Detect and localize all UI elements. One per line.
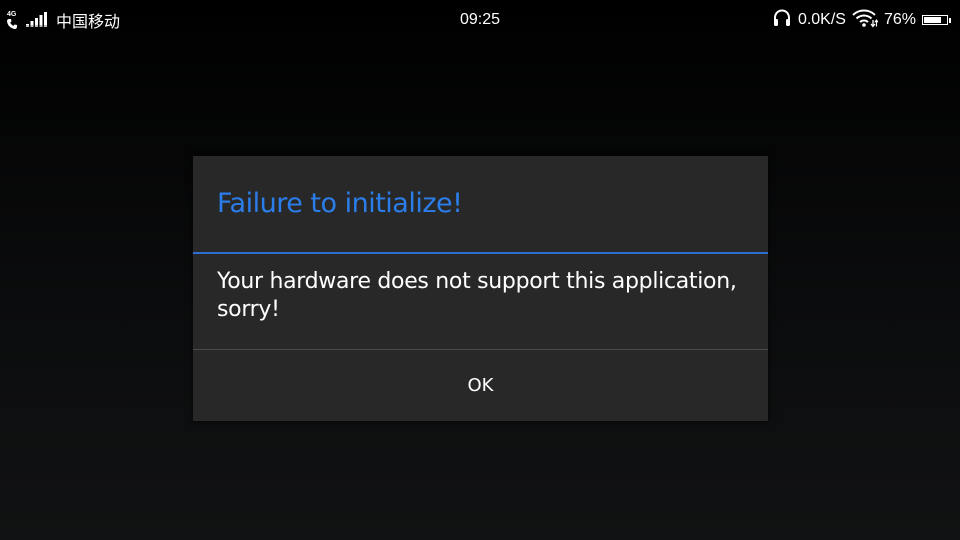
battery-percent: 76% bbox=[883, 11, 916, 28]
battery-shell bbox=[922, 15, 948, 25]
title-divider bbox=[193, 252, 768, 254]
error-dialog: Failure to initialize! Your hardware doe… bbox=[193, 156, 768, 421]
status-bar-right: 0.0K/S 76% bbox=[772, 8, 952, 32]
battery-icon bbox=[922, 14, 952, 26]
battery-nub bbox=[949, 17, 951, 23]
ok-button[interactable]: OK bbox=[193, 350, 768, 421]
battery-fill bbox=[924, 17, 941, 23]
dialog-message: Your hardware does not support this appl… bbox=[217, 269, 737, 322]
network-speed: 0.0K/S bbox=[797, 11, 846, 28]
status-bar: 4G 中国移动 09:25 0.0K/S 76% bbox=[0, 0, 960, 40]
dialog-title: Failure to initialize! bbox=[217, 188, 463, 219]
headphones-icon bbox=[772, 8, 792, 33]
wifi-icon bbox=[852, 8, 879, 33]
